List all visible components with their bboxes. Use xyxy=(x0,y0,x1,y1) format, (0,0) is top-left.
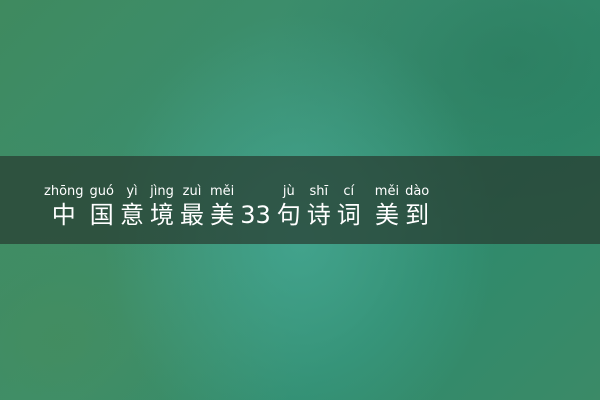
title-char-hanzi: 33 xyxy=(240,201,271,229)
title-char-pinyin: yì xyxy=(126,184,138,199)
title-char-hanzi: 最 xyxy=(179,201,204,229)
title-char: yì 意 xyxy=(120,184,144,230)
title-char: měi 美 xyxy=(210,184,234,230)
title-char: shī 诗 xyxy=(307,184,331,230)
title-char-pinyin: shī xyxy=(309,184,329,199)
title-char: zhōng 中 xyxy=(44,184,84,230)
title-char: cí 词 xyxy=(337,184,361,230)
title-char-pinyin: měi xyxy=(209,184,235,199)
title-char-hanzi: 意 xyxy=(119,201,144,229)
title-char: jù 句 xyxy=(277,184,301,230)
title-char-pinyin: cí xyxy=(343,184,355,199)
title-char-pinyin: dào xyxy=(405,184,430,199)
title-char-hanzi: 美 xyxy=(210,201,235,229)
title-char-pinyin: guó xyxy=(89,184,114,199)
title-char-hanzi: 句 xyxy=(276,201,301,229)
page-title: zhōng 中 guó 国 yì 意 jìng 境 zuì 最 měi 美 33… xyxy=(44,184,435,230)
title-char-pinyin: jù xyxy=(282,184,295,199)
title-char-hanzi: 中 xyxy=(51,201,76,229)
title-char-hanzi: 词 xyxy=(336,201,361,229)
title-char-pinyin: měi xyxy=(374,184,400,199)
title-char-hanzi: 国 xyxy=(89,201,114,229)
title-char: dào 到 xyxy=(405,184,429,230)
title-number: 33 xyxy=(240,184,271,230)
title-char-hanzi: 诗 xyxy=(306,201,331,229)
title-char-hanzi: 美 xyxy=(374,201,399,229)
title-char: zuì 最 xyxy=(180,184,204,230)
title-char: jìng 境 xyxy=(150,184,174,230)
title-char-pinyin: zuì xyxy=(182,184,202,199)
title-char: měi 美 xyxy=(375,184,399,230)
title-char: guó 国 xyxy=(90,184,114,230)
title-char-hanzi: 到 xyxy=(405,201,430,229)
title-char-pinyin: jìng xyxy=(150,184,174,199)
title-char-pinyin: zhōng xyxy=(44,184,84,199)
title-char-hanzi: 境 xyxy=(149,201,174,229)
